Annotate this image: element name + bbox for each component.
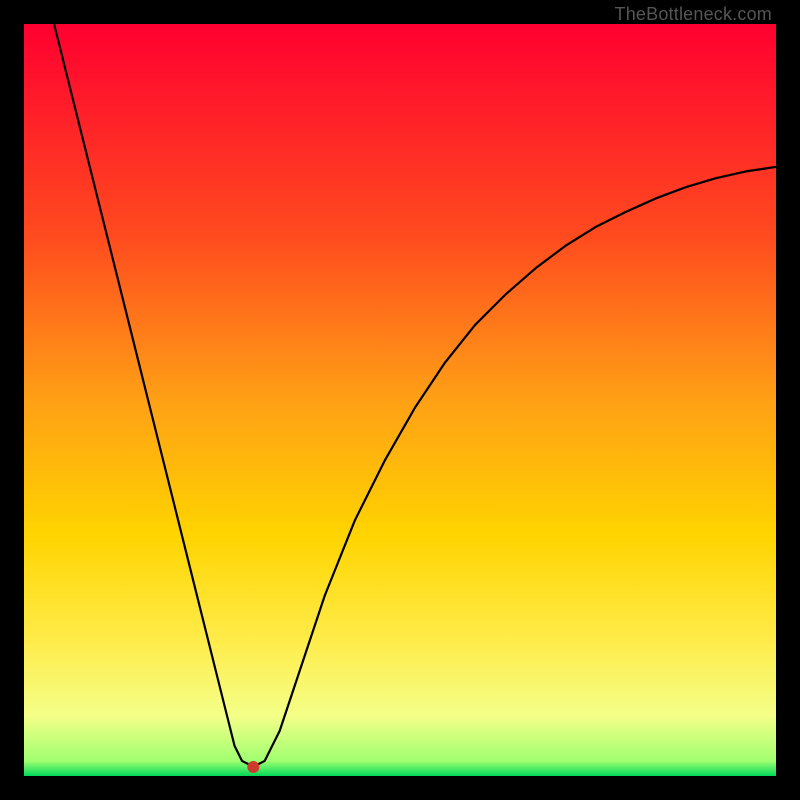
gradient-background <box>24 24 776 776</box>
chart-svg <box>24 24 776 776</box>
chart-frame <box>24 24 776 776</box>
watermark-text: TheBottleneck.com <box>615 4 772 25</box>
optimal-point-marker <box>247 761 259 773</box>
